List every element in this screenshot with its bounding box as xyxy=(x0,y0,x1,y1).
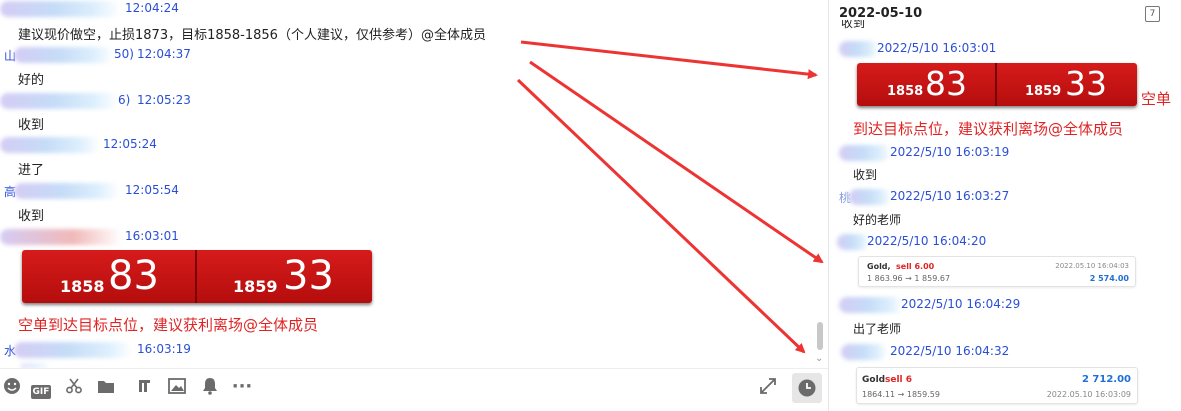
trade-symbol: Gold, xyxy=(867,262,891,271)
trade-profit: 2 574.00 xyxy=(1089,274,1129,283)
sender-name-blurred xyxy=(841,344,887,360)
trade-prices: 1864.11 → 1859.59 xyxy=(862,390,940,399)
scrollbar-thumb[interactable] xyxy=(817,322,823,350)
image-icon[interactable] xyxy=(165,377,189,401)
scissors-icon[interactable] xyxy=(62,377,86,401)
gif-button[interactable]: GIF xyxy=(30,377,52,401)
sender-name-blurred xyxy=(839,297,903,313)
history-date: 2022-05-10 xyxy=(839,6,923,21)
clock-icon xyxy=(798,379,816,397)
alert-caption[interactable]: 空单到达目标点位，建议获利离场@全体成员 xyxy=(18,314,318,335)
ask-price-pips: 33 xyxy=(1065,64,1107,103)
message-text[interactable]: 好的老师 xyxy=(853,211,901,228)
bid-price: 1858 83 xyxy=(857,63,995,106)
message-time: 2022/5/10 16:04:32 xyxy=(890,344,1010,358)
message-time: 12:05:23 xyxy=(137,93,191,107)
calendar-icon[interactable]: 7 xyxy=(1145,6,1160,22)
bid-price-major: 1858 xyxy=(60,277,105,296)
message-time: 2022/5/10 16:03:19 xyxy=(890,145,1010,159)
message-time: 2022/5/10 16:04:29 xyxy=(901,297,1021,311)
message-text[interactable]: 建议现价做空，止损1873，目标1858-1856（个人建议，仅供参考）@全体成… xyxy=(18,24,486,43)
sender-name-blurred xyxy=(14,342,132,358)
scrollbar[interactable] xyxy=(814,0,824,360)
message-text[interactable]: 出了老师 xyxy=(853,320,901,337)
trade-action: sell 6 xyxy=(885,375,913,385)
ask-price: 1859 33 xyxy=(197,250,372,303)
message-time: 2022/5/10 16:03:27 xyxy=(890,189,1010,203)
trade-result-card[interactable]: Gold sell 6 2 712.00 1864.11 → 1859.59 2… xyxy=(856,367,1138,404)
bid-price-pips: 83 xyxy=(925,64,967,103)
calendar-day: 7 xyxy=(1149,9,1156,19)
music-icon[interactable] xyxy=(132,377,156,401)
sender-name-blurred xyxy=(0,137,100,153)
bid-price: 1858 83 xyxy=(22,250,196,303)
message-time: 2022/5/10 16:04:20 xyxy=(867,234,987,248)
trade-date: 2022.05.10 16:04:03 xyxy=(1055,262,1129,270)
message-time: 16:03:01 xyxy=(125,229,179,243)
trade-date: 2022.05.10 16:03:09 xyxy=(1046,390,1131,399)
history-search-panel: 2022-05-10 7 收到 2022/5/10 16:03:01 1858 … xyxy=(828,0,1181,411)
message-time: 12:05:24 xyxy=(103,137,157,151)
gif-label: GIF xyxy=(30,385,52,399)
message-text[interactable]: 收到 xyxy=(18,114,44,133)
folder-icon[interactable] xyxy=(94,377,118,401)
sender-name-blurred xyxy=(14,183,120,199)
ask-price: 1859 33 xyxy=(997,63,1137,106)
price-quote-image[interactable]: 1858 83 1859 33 xyxy=(22,250,372,303)
history-button[interactable] xyxy=(792,373,822,403)
message-time: 16:03:19 xyxy=(137,342,191,356)
input-toolbar: GIF ··· xyxy=(0,368,828,411)
message-text[interactable]: 进了 xyxy=(18,159,44,178)
bid-price-major: 1858 xyxy=(887,84,924,99)
scroll-down-icon[interactable]: ⌄ xyxy=(815,353,823,364)
message-text[interactable]: 收到 xyxy=(853,166,877,183)
sender-name-blurred xyxy=(839,145,891,161)
ask-price-pips: 33 xyxy=(283,253,334,299)
chat-history-panel: 12:04:24 建议现价做空，止损1873，目标1858-1856（个人建议，… xyxy=(0,0,828,411)
smiley-icon[interactable] xyxy=(0,377,24,401)
price-quote-image[interactable]: 1858 83 1859 33 xyxy=(857,63,1137,106)
sender-name-blurred xyxy=(839,41,879,57)
sender-name-blurred xyxy=(849,189,891,205)
message-time: 12:04:24 xyxy=(125,1,179,15)
ask-price-major: 1859 xyxy=(233,277,278,296)
message-text[interactable]: 好的 xyxy=(18,69,44,88)
trade-action: sell 6.00 xyxy=(896,262,935,271)
alert-caption-side[interactable]: 空单 xyxy=(1141,88,1171,109)
trade-profit: 2 712.00 xyxy=(1081,374,1131,385)
more-button[interactable]: ··· xyxy=(230,377,254,401)
sender-name-blurred xyxy=(0,93,118,109)
message-time: 2022/5/10 16:03:01 xyxy=(877,41,997,55)
sender-name-blurred xyxy=(0,229,122,245)
sender-name-blurred xyxy=(14,47,114,63)
message-time: 12:04:37 xyxy=(137,47,191,61)
sender-id-suffix: 50) xyxy=(114,47,134,61)
alert-caption[interactable]: 到达目标点位，建议获利离场@全体成员 xyxy=(853,118,1123,139)
sender-id-suffix: 6) xyxy=(118,93,131,107)
trade-symbol: Gold xyxy=(862,375,886,385)
expand-icon[interactable] xyxy=(756,377,780,401)
bid-price-pips: 83 xyxy=(108,253,159,299)
message-time: 12:05:54 xyxy=(125,183,179,197)
ask-price-major: 1859 xyxy=(1025,84,1062,99)
message-text-cut: 收到 xyxy=(841,20,866,30)
trade-result-card[interactable]: Gold, sell 6.00 2022.05.10 16:04:03 1 86… xyxy=(858,256,1136,287)
bell-icon[interactable] xyxy=(198,377,222,401)
sender-name-blurred xyxy=(837,234,869,250)
message-text[interactable]: 收到 xyxy=(18,205,44,224)
trade-prices: 1 863.96 → 1 859.67 xyxy=(867,274,951,283)
sender-name-blurred xyxy=(0,1,120,17)
